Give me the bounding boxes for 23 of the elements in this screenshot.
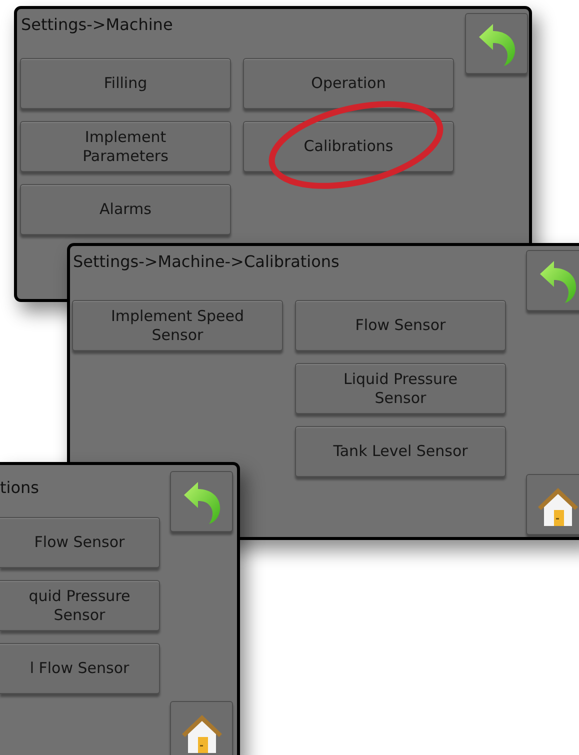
menu-button[interactable]: quid Pressure Sensor: [0, 580, 160, 631]
menu-button[interactable]: Calibrations: [243, 121, 454, 172]
menu-button[interactable]: Operation: [243, 58, 454, 109]
menu-button[interactable]: l Flow Sensor: [0, 643, 160, 694]
menu-button[interactable]: Implement Parameters: [20, 121, 231, 172]
back-button[interactable]: [526, 250, 579, 311]
menu-button[interactable]: Flow Sensor: [0, 517, 160, 568]
back-button[interactable]: [465, 13, 528, 74]
menu-button[interactable]: Alarms: [20, 184, 231, 235]
menu-button[interactable]: Filling: [20, 58, 231, 109]
screen-title: Settings->Machine->Calibrations: [72, 251, 340, 272]
back-arrow-icon: [538, 258, 578, 302]
menu-button[interactable]: Liquid Pressure Sensor: [295, 363, 506, 414]
menu-button[interactable]: Implement Speed Sensor: [72, 300, 283, 351]
screen-title: tions: [0, 477, 40, 498]
screen-title: Settings->Machine: [20, 14, 174, 35]
menu-button[interactable]: Tank Level Sensor: [295, 426, 506, 477]
back-button[interactable]: [170, 471, 233, 532]
back-arrow-icon: [476, 22, 516, 66]
home-button[interactable]: [526, 474, 579, 535]
back-arrow-icon: [182, 480, 222, 524]
home-button[interactable]: [170, 701, 233, 755]
menu-button[interactable]: Flow Sensor: [295, 300, 506, 351]
